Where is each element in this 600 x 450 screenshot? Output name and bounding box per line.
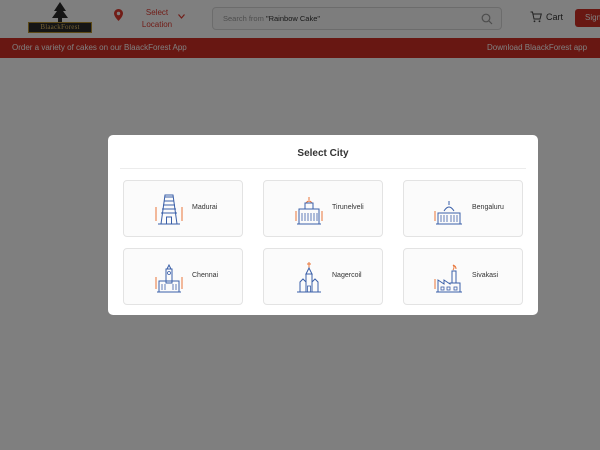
city-name-chennai: Chennai xyxy=(192,272,219,279)
city-card-madurai[interactable]: Madurai xyxy=(123,180,243,237)
modal-divider xyxy=(120,168,526,169)
city-card-bengaluru[interactable]: Bengaluru xyxy=(403,180,523,237)
city-card-tirunelveli[interactable]: Tirunelveli xyxy=(263,180,383,237)
city-name-bengaluru: Bengaluru xyxy=(472,204,504,211)
vidhana-soudha-icon xyxy=(434,201,462,225)
modal-title: Select City xyxy=(297,148,349,159)
select-city-modal: Select City Madurai Tirunelveli Bengalur… xyxy=(108,135,538,315)
clock-tower-icon xyxy=(295,197,323,225)
city-card-nagercoil[interactable]: Nagercoil xyxy=(263,248,383,305)
factory-icon xyxy=(434,264,462,293)
city-name-sivakasi: Sivakasi xyxy=(472,272,499,279)
central-station-icon xyxy=(155,263,183,293)
church-icon xyxy=(297,262,321,293)
city-name-nagercoil: Nagercoil xyxy=(332,272,362,279)
city-name-tirunelveli: Tirunelveli xyxy=(332,204,364,211)
city-name-madurai: Madurai xyxy=(192,204,218,211)
city-card-chennai[interactable]: Chennai xyxy=(123,248,243,305)
city-card-sivakasi[interactable]: Sivakasi xyxy=(403,248,523,305)
temple-tower-icon xyxy=(155,194,183,225)
